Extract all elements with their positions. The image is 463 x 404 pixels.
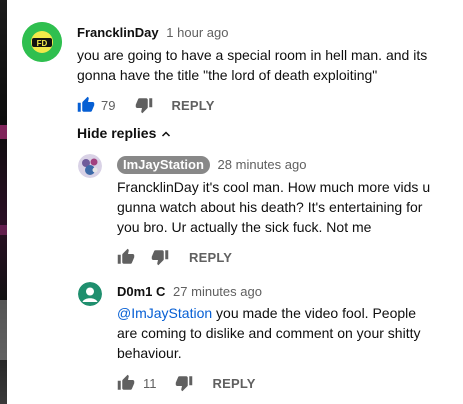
like-count: 79: [101, 97, 116, 113]
comment-text: you are going to have a special room in …: [77, 45, 457, 85]
hide-replies-label: Hide replies: [77, 125, 157, 141]
reply-actions: REPLY: [117, 248, 232, 266]
chevron-up-icon: [160, 127, 172, 139]
mention-link[interactable]: @ImJayStation: [117, 305, 212, 321]
thumbs-down-icon[interactable]: [175, 374, 193, 392]
comment-header: FrancklinDay 1 hour ago: [77, 25, 228, 40]
hide-replies-toggle[interactable]: Hide replies: [77, 125, 172, 141]
avatar-initials: FD: [37, 39, 48, 48]
reply-text-line: FrancklinDay it's cool man. How much mor…: [117, 179, 431, 195]
creator-badge[interactable]: ImJayStation: [117, 156, 210, 174]
thumbs-down-icon[interactable]: [135, 96, 153, 114]
comment-text-line: gonna have the title "the lord of death …: [77, 67, 378, 83]
reply-text-line: gunna watch about his death? It's entert…: [117, 199, 423, 215]
reply-actions: 11 REPLY: [117, 374, 256, 392]
like-count: 11: [143, 375, 157, 391]
thumbs-up-icon[interactable]: [77, 96, 95, 114]
avatar-image-icon: [78, 154, 102, 178]
default-avatar-icon: [78, 282, 102, 306]
reply-button[interactable]: REPLY: [171, 98, 214, 113]
comment-actions: 79 REPLY: [77, 96, 215, 114]
reply-text-line: you bro. Ur actually the sick fuck. Not …: [117, 219, 372, 235]
comment-text-line: you are going to have a special room in …: [77, 47, 428, 63]
reply-text-segment: you made the video fool. People: [212, 305, 417, 321]
reply-button[interactable]: REPLY: [213, 376, 256, 391]
reply-avatar[interactable]: [78, 154, 102, 178]
comment-time[interactable]: 1 hour ago: [166, 25, 228, 40]
reply-button[interactable]: REPLY: [189, 250, 232, 265]
reply-text-line: @ImJayStation you made the video fool. P…: [117, 303, 457, 323]
thumbs-up-icon[interactable]: [117, 248, 135, 266]
video-edge: [0, 0, 7, 404]
thumbs-up-icon[interactable]: [117, 374, 135, 392]
reply-time[interactable]: 28 minutes ago: [218, 157, 307, 172]
reply-text: @ImJayStation you made the video fool. P…: [117, 303, 457, 363]
thumbs-down-icon[interactable]: [151, 248, 169, 266]
reply-text-line: behaviour.: [117, 345, 182, 361]
reply-header: D0m1 C 27 minutes ago: [117, 284, 262, 299]
reply-avatar[interactable]: [78, 282, 102, 306]
reply-author[interactable]: D0m1 C: [117, 284, 165, 299]
avatar-logo-icon: FD: [22, 22, 62, 62]
reply-text: FrancklinDay it's cool man. How much mor…: [117, 177, 457, 237]
comment-author[interactable]: FrancklinDay: [77, 25, 159, 40]
avatar[interactable]: FD: [22, 22, 62, 62]
reply-text-line: are coming to dislike and comment on you…: [117, 325, 421, 341]
reply-time[interactable]: 27 minutes ago: [173, 284, 262, 299]
reply-header: ImJayStation 28 minutes ago: [117, 156, 306, 174]
